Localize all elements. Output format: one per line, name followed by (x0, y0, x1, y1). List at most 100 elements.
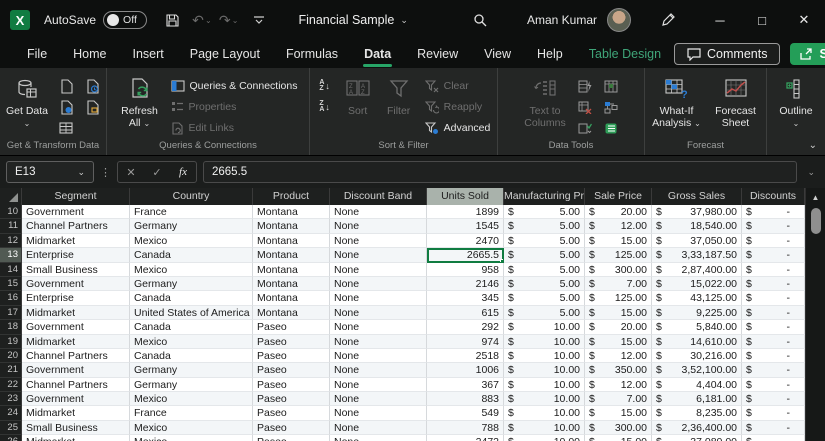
tab-review[interactable]: Review (404, 42, 471, 66)
formula-input[interactable]: 2665.5 (203, 161, 798, 183)
remove-duplicates-button[interactable] (573, 97, 597, 117)
minimize-button[interactable]: ─ (699, 0, 741, 40)
cell[interactable]: $- (742, 305, 805, 321)
tab-file[interactable]: File (14, 42, 60, 66)
tab-formulas[interactable]: Formulas (273, 42, 351, 66)
cell[interactable]: $- (742, 248, 805, 263)
cell[interactable]: $10.00 (504, 348, 585, 364)
forecast-sheet-button[interactable]: Forecast Sheet (708, 74, 764, 129)
relationships-button[interactable] (599, 97, 623, 117)
cell[interactable]: $10.00 (504, 392, 585, 407)
cell[interactable]: $5.00 (504, 305, 585, 321)
clear-filter-button[interactable]: Clear (421, 76, 473, 96)
maximize-button[interactable]: □ (741, 0, 783, 40)
name-box[interactable]: E13 ⌄ (6, 161, 94, 183)
cell[interactable]: $5.00 (504, 248, 585, 263)
manage-data-model-button[interactable] (599, 118, 623, 138)
autosave-control[interactable]: AutoSave Off (44, 11, 148, 29)
cell[interactable]: 974 (427, 334, 504, 349)
cell[interactable]: $- (742, 377, 805, 393)
from-table-range-button[interactable] (54, 118, 78, 138)
row-header-13[interactable]: 13 (0, 248, 22, 263)
cell[interactable]: Small Business (22, 420, 130, 436)
cell[interactable]: $10.00 (504, 363, 585, 378)
cell[interactable]: Paseo (253, 363, 330, 378)
tab-help[interactable]: Help (524, 42, 576, 66)
cell[interactable]: $37,080.00 (652, 435, 742, 441)
cell[interactable]: $5.00 (504, 233, 585, 249)
cell[interactable]: $3,52,100.00 (652, 363, 742, 378)
cell[interactable]: 615 (427, 305, 504, 321)
cell[interactable]: Midmarket (22, 305, 130, 321)
cell[interactable]: $10.00 (504, 420, 585, 436)
sort-ascending-button[interactable]: A Z ↓ (313, 76, 337, 96)
cell[interactable]: $15.00 (585, 406, 652, 421)
cell[interactable]: Enterprise (22, 248, 130, 263)
cell[interactable]: $300.00 (585, 420, 652, 436)
cell[interactable]: $7.00 (585, 392, 652, 407)
redo-caret-icon[interactable]: ⌄ (232, 16, 239, 25)
cell[interactable]: Montana (253, 305, 330, 321)
cell[interactable]: $10.00 (504, 334, 585, 349)
cell[interactable]: Midmarket (22, 406, 130, 421)
cell[interactable]: Paseo (253, 420, 330, 436)
column-header-discount-band[interactable]: Discount Band (330, 188, 427, 205)
cell[interactable]: France (130, 406, 253, 421)
row-header-11[interactable]: 11 (0, 219, 22, 234)
cell[interactable]: Paseo (253, 435, 330, 441)
row-header-15[interactable]: 15 (0, 276, 22, 292)
row-header-25[interactable]: 25 (0, 420, 22, 436)
cell[interactable]: Midmarket (22, 435, 130, 441)
cell[interactable]: Montana (253, 205, 330, 220)
cell[interactable]: $10.00 (504, 406, 585, 421)
cell[interactable]: None (330, 420, 427, 436)
cell[interactable]: $125.00 (585, 291, 652, 306)
cell[interactable]: None (330, 219, 427, 234)
cell[interactable]: $8,235.00 (652, 406, 742, 421)
cell[interactable]: Canada (130, 291, 253, 306)
cell[interactable]: $6,181.00 (652, 392, 742, 407)
column-header-units-sold[interactable]: Units Sold (427, 188, 504, 205)
cell[interactable]: None (330, 348, 427, 364)
row-header-10[interactable]: 10 (0, 205, 22, 220)
column-header-sale-price[interactable]: Sale Price (585, 188, 652, 205)
cell[interactable]: Mexico (130, 233, 253, 249)
cell[interactable]: None (330, 392, 427, 407)
cell[interactable]: $- (742, 406, 805, 421)
cell[interactable]: $15.00 (585, 334, 652, 349)
cell[interactable]: None (330, 363, 427, 378)
scrollbar-thumb[interactable] (810, 208, 821, 234)
cell[interactable]: Midmarket (22, 334, 130, 349)
fill-handle[interactable] (500, 258, 503, 262)
edit-links-button[interactable]: Edit Links (167, 118, 239, 138)
cell[interactable]: Germany (130, 363, 253, 378)
insert-function-button[interactable]: fx (170, 166, 196, 178)
cell[interactable]: $- (742, 392, 805, 407)
column-header-discounts[interactable]: Discounts (742, 188, 805, 205)
scroll-up-arrow-icon[interactable]: ▲ (806, 188, 825, 202)
outline-button[interactable]: Outline ⌄ (770, 74, 822, 130)
cell[interactable]: Montana (253, 248, 330, 263)
recent-sources-button[interactable] (80, 76, 104, 96)
cell[interactable]: $2,87,400.00 (652, 262, 742, 277)
vertical-scrollbar[interactable]: ▲ (805, 188, 825, 441)
close-button[interactable]: ✕ (783, 0, 825, 40)
cell[interactable]: None (330, 435, 427, 441)
cell[interactable]: None (330, 276, 427, 292)
refresh-all-button[interactable]: Refresh All ⌄ (115, 74, 165, 130)
cell[interactable]: $- (742, 348, 805, 364)
cell[interactable]: $- (742, 205, 805, 220)
cell[interactable]: 1899 (427, 205, 504, 220)
cell[interactable]: Mexico (130, 435, 253, 441)
cell[interactable]: $37,050.00 (652, 233, 742, 249)
cell[interactable]: $12.00 (585, 348, 652, 364)
cell[interactable]: Small Business (22, 262, 130, 277)
tab-insert[interactable]: Insert (120, 42, 177, 66)
tab-data[interactable]: Data (351, 42, 404, 67)
cell[interactable]: None (330, 233, 427, 249)
flash-fill-button[interactable] (573, 76, 597, 96)
sort-descending-button[interactable]: Z A ↓ (313, 97, 337, 117)
cell[interactable]: Government (22, 320, 130, 335)
cell[interactable]: Canada (130, 348, 253, 364)
existing-connections-button[interactable] (80, 97, 104, 117)
